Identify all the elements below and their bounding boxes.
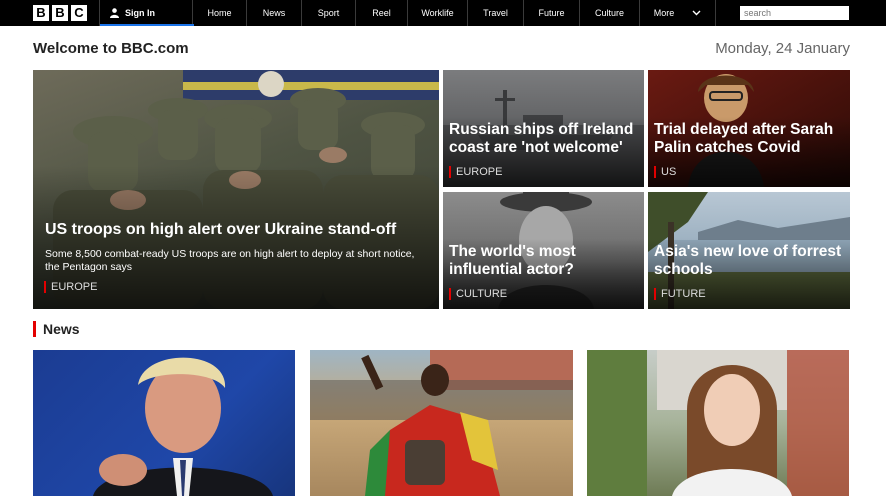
story-tag[interactable]: EUROPE xyxy=(449,166,502,178)
chevron-down-icon xyxy=(692,10,701,16)
story-card[interactable]: Asia's new love of forrest schools FUTUR… xyxy=(648,192,850,309)
featured-headline[interactable]: US troops on high alert over Ukraine sta… xyxy=(45,220,430,239)
story-card[interactable]: Russian ships off Ireland coast are 'not… xyxy=(443,70,644,187)
logo-letter: B xyxy=(52,5,68,21)
story-headline[interactable]: Asia's new love of forrest schools xyxy=(654,243,846,279)
sign-in-button[interactable]: Sign In xyxy=(99,0,194,26)
person-icon xyxy=(110,8,119,18)
featured-story-card[interactable]: US troops on high alert over Ukraine sta… xyxy=(33,70,439,309)
story-tag[interactable]: US xyxy=(654,166,676,178)
logo-letter: C xyxy=(71,5,87,21)
top-navigation-bar: B B C Sign In Home News Sport Reel Workl… xyxy=(0,0,886,26)
nav-news[interactable]: News xyxy=(247,0,302,26)
bbc-logo[interactable]: B B C xyxy=(33,5,87,21)
main-nav: Home News Sport Reel Worklife Travel Fut… xyxy=(193,0,716,26)
page-title: Welcome to BBC.com xyxy=(33,40,189,57)
johnson-photo xyxy=(93,357,273,496)
news-image-woman[interactable] xyxy=(587,350,849,496)
nav-more[interactable]: More xyxy=(640,0,716,26)
search-input[interactable] xyxy=(740,6,849,20)
nav-reel[interactable]: Reel xyxy=(356,0,408,26)
nav-home[interactable]: Home xyxy=(193,0,247,26)
story-headline[interactable]: Trial delayed after Sarah Palin catches … xyxy=(654,121,846,157)
protest-photo xyxy=(310,350,573,496)
story-card[interactable]: Trial delayed after Sarah Palin catches … xyxy=(648,70,850,187)
story-headline[interactable]: The world's most influential actor? xyxy=(449,243,641,279)
nav-culture[interactable]: Culture xyxy=(580,0,640,26)
date-label: Monday, 24 January xyxy=(715,40,850,57)
sign-in-label: Sign In xyxy=(125,8,155,18)
news-section-title[interactable]: News xyxy=(33,321,80,337)
story-card[interactable]: The world's most influential actor? CULT… xyxy=(443,192,644,309)
nav-sport[interactable]: Sport xyxy=(302,0,356,26)
featured-summary: Some 8,500 combat-ready US troops are on… xyxy=(45,248,415,273)
story-tag[interactable]: CULTURE xyxy=(449,288,507,300)
story-tag[interactable]: EUROPE xyxy=(44,281,97,293)
nav-more-label: More xyxy=(653,8,675,18)
story-tag[interactable]: FUTURE xyxy=(654,288,706,300)
story-headline[interactable]: Russian ships off Ireland coast are 'not… xyxy=(449,121,641,157)
news-image-johnson[interactable] xyxy=(33,350,295,496)
news-image-protest[interactable] xyxy=(310,350,573,496)
woman-photo xyxy=(587,350,849,496)
logo-letter: B xyxy=(33,5,49,21)
nav-future[interactable]: Future xyxy=(524,0,580,26)
nav-travel[interactable]: Travel xyxy=(468,0,524,26)
nav-worklife[interactable]: Worklife xyxy=(408,0,468,26)
